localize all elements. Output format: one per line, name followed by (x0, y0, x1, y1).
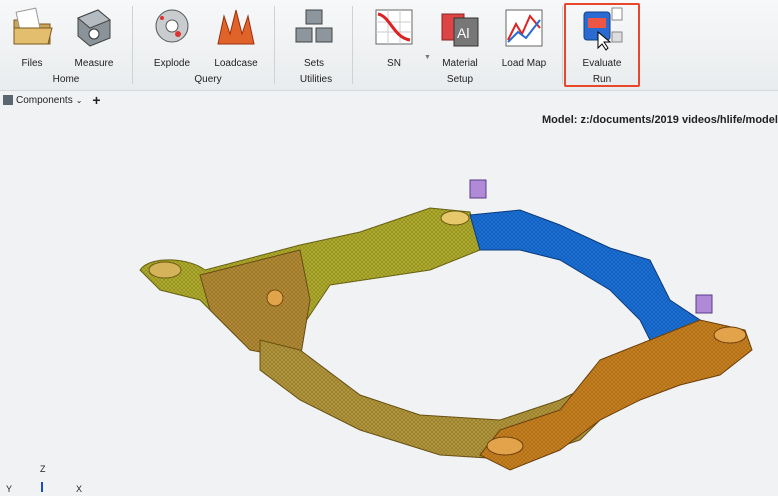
load-map-icon (505, 9, 543, 47)
components-dropdown[interactable]: Components ⌄ (0, 95, 82, 106)
explode-icon (155, 9, 189, 43)
components-bar: Components ⌄ + (0, 91, 778, 109)
load-map-label: Load Map (501, 58, 547, 69)
components-label: Components (16, 94, 73, 106)
subframe-left-section (139, 207, 481, 361)
files-button[interactable]: Files (0, 4, 64, 70)
axis-x-label: X (76, 484, 83, 494)
ribbon-divider (562, 6, 563, 84)
group-setup-label: Setup (446, 74, 474, 85)
model-viewport[interactable] (0, 110, 778, 496)
explode-label: Explode (153, 58, 191, 69)
sets-label: Sets (303, 58, 324, 69)
group-query-label: Query (194, 74, 222, 85)
group-home-label: Home (52, 74, 80, 85)
ribbon-divider (352, 6, 353, 84)
axis-y-label: Y (6, 484, 13, 494)
loadcase-button[interactable]: Loadcase (204, 4, 268, 70)
load-map-button[interactable]: Load Map (492, 4, 556, 70)
axis-z-label: Z (40, 464, 46, 474)
sets-button[interactable]: Sets (282, 4, 346, 70)
explode-button[interactable]: Explode (140, 4, 204, 70)
sn-button[interactable]: SN (362, 4, 426, 70)
group-utilities-label: Utilities (299, 74, 333, 85)
evaluate-highlight-box (564, 3, 640, 87)
files-label: Files (21, 58, 43, 69)
loadcase-icon (217, 9, 255, 45)
sn-label: SN (387, 58, 401, 69)
subframe-right-blue-section (469, 179, 713, 346)
material-label: Material (442, 58, 478, 69)
folder-icon (13, 7, 53, 45)
chevron-down-icon: ⌄ (75, 95, 83, 105)
measure-icon (77, 9, 111, 47)
ribbon-divider (274, 6, 275, 84)
sn-curve-icon (375, 9, 413, 45)
subframe-right-orange-section (479, 319, 753, 471)
measure-button[interactable]: Measure (62, 4, 126, 70)
material-icon: Al (441, 13, 479, 47)
material-button[interactable]: Al Material (428, 4, 492, 70)
ribbon-toolbar: Files Measure Home Explode Loadcase Quer… (0, 0, 778, 91)
loadcase-label: Loadcase (214, 58, 258, 69)
components-icon (3, 95, 13, 105)
add-component-button[interactable]: + (92, 92, 100, 108)
svg-text:Al: Al (457, 25, 469, 41)
cubes-icon (295, 9, 333, 43)
measure-label: Measure (74, 58, 114, 69)
ribbon-divider (132, 6, 133, 84)
